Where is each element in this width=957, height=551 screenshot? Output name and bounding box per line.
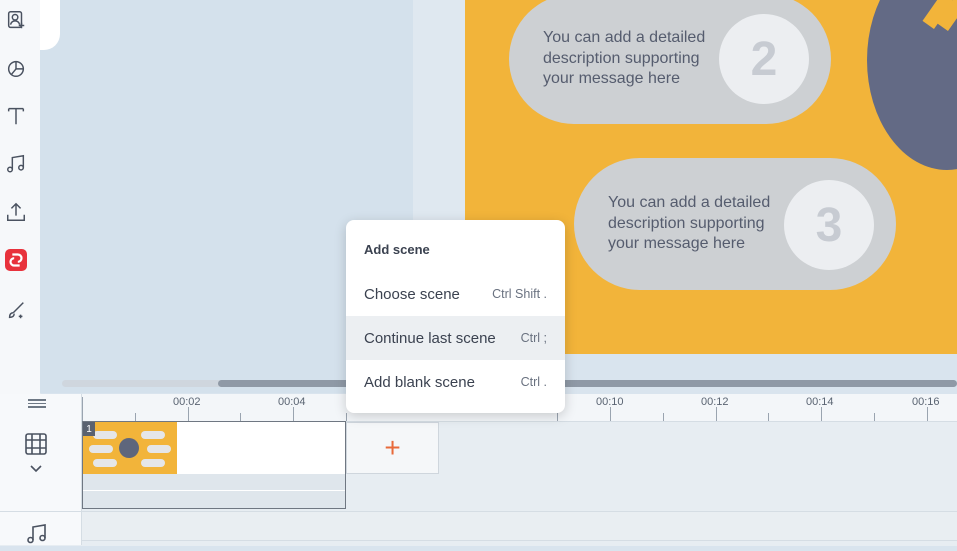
menu-item-add-blank-scene[interactable]: Add blank scene Ctrl . xyxy=(346,360,565,404)
horizontal-scrollbar-thumb[interactable] xyxy=(218,380,957,387)
menu-title: Add scene xyxy=(364,242,430,257)
ruler-label: 00:14 xyxy=(806,396,834,408)
ruler-label: 00:10 xyxy=(596,396,624,408)
pill-number: 3 xyxy=(784,180,874,270)
pill-description: You can add a detailed description suppo… xyxy=(543,29,706,88)
scene-divider xyxy=(83,490,345,491)
brand-icon[interactable] xyxy=(5,249,27,271)
add-scene-menu: Add scene Choose scene Ctrl Shift . Cont… xyxy=(346,220,565,413)
drag-handle-icon[interactable] xyxy=(28,399,46,408)
menu-item-label: Choose scene xyxy=(364,285,460,303)
left-toolbar xyxy=(0,0,41,395)
menu-item-choose-scene[interactable]: Choose scene Ctrl Shift . xyxy=(346,272,565,316)
menu-item-label: Add blank scene xyxy=(364,373,475,391)
pill-number: 2 xyxy=(719,14,809,104)
upload-icon[interactable] xyxy=(4,200,28,224)
text-icon[interactable] xyxy=(4,104,28,128)
add-scene-button[interactable]: + xyxy=(346,422,439,474)
draw-icon[interactable] xyxy=(4,298,28,322)
scene-number: 1 xyxy=(83,422,95,436)
menu-item-label: Continue last scene xyxy=(364,329,496,347)
menu-item-shortcut: Ctrl Shift . xyxy=(492,287,547,301)
ruler-label: 00:04 xyxy=(278,396,306,408)
music-icon[interactable] xyxy=(4,152,28,176)
scene-thumbnail[interactable]: 1 xyxy=(83,422,177,474)
audio-track[interactable] xyxy=(82,512,957,541)
audio-track-icon[interactable] xyxy=(25,522,49,546)
menu-item-continue-last-scene[interactable]: Continue last scene Ctrl ; xyxy=(346,316,565,360)
pill-description: You can add a detailed description suppo… xyxy=(608,194,771,253)
ruler-label: 00:12 xyxy=(701,396,729,408)
ruler-label: 00:16 xyxy=(912,396,940,408)
description-pill-2[interactable]: You can add a detailed description suppo… xyxy=(509,0,831,124)
scene-duration-area[interactable] xyxy=(177,422,345,474)
ruler-label: 00:02 xyxy=(173,396,201,408)
chart-icon[interactable] xyxy=(4,56,28,80)
chevron-down-icon[interactable] xyxy=(29,462,43,476)
description-pill-3[interactable]: You can add a detailed description suppo… xyxy=(574,158,896,290)
panel-edge xyxy=(40,0,60,50)
menu-item-shortcut: Ctrl ; xyxy=(520,331,547,345)
scene-grid-icon[interactable] xyxy=(24,432,48,456)
menu-item-shortcut: Ctrl . xyxy=(520,375,547,389)
character-icon[interactable] xyxy=(4,8,28,32)
